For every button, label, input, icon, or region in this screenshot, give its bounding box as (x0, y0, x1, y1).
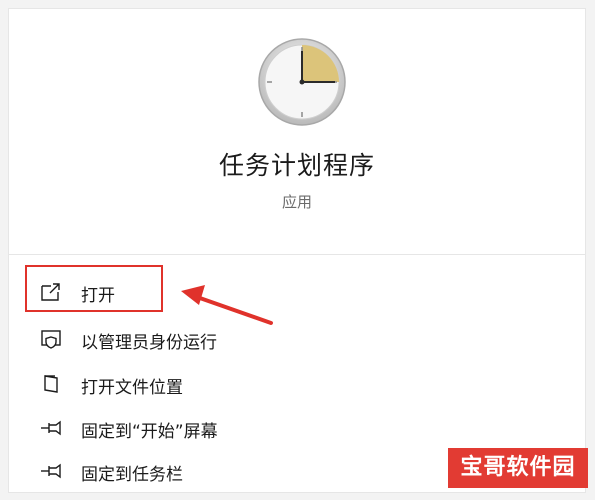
menu-item-label: 固定到任务栏 (81, 465, 183, 485)
app-title: 任务计划程序 (218, 151, 375, 180)
pin-icon (41, 463, 61, 479)
app-header: 任务计划程序 应用 (9, 9, 585, 255)
menu-item-label: 打开文件位置 (81, 378, 183, 398)
menu-item-open-file-location[interactable]: 打开文件位置 (9, 364, 585, 404)
clock-icon (258, 38, 346, 126)
annotation-arrow (181, 285, 273, 325)
pin-icon (41, 420, 61, 436)
menu-item-label: 以管理员身份运行 (81, 333, 217, 353)
watermark-logo: 宝哥软件园 (448, 448, 588, 488)
app-context-panel: 任务计划程序 应用 打开 以管理员身份运行 打开文件位置 固定到“开始”屏幕 固… (8, 8, 586, 493)
menu-item-run-as-admin[interactable]: 以管理员身份运行 (9, 319, 585, 359)
app-type-label: 应用 (281, 193, 312, 211)
folder-icon (44, 375, 58, 393)
menu-item-pin-to-start[interactable]: 固定到“开始”屏幕 (9, 408, 585, 448)
highlight-box (25, 265, 163, 312)
divider (9, 254, 585, 255)
shield-icon (41, 330, 61, 349)
menu-item-label: 固定到“开始”屏幕 (81, 422, 218, 442)
